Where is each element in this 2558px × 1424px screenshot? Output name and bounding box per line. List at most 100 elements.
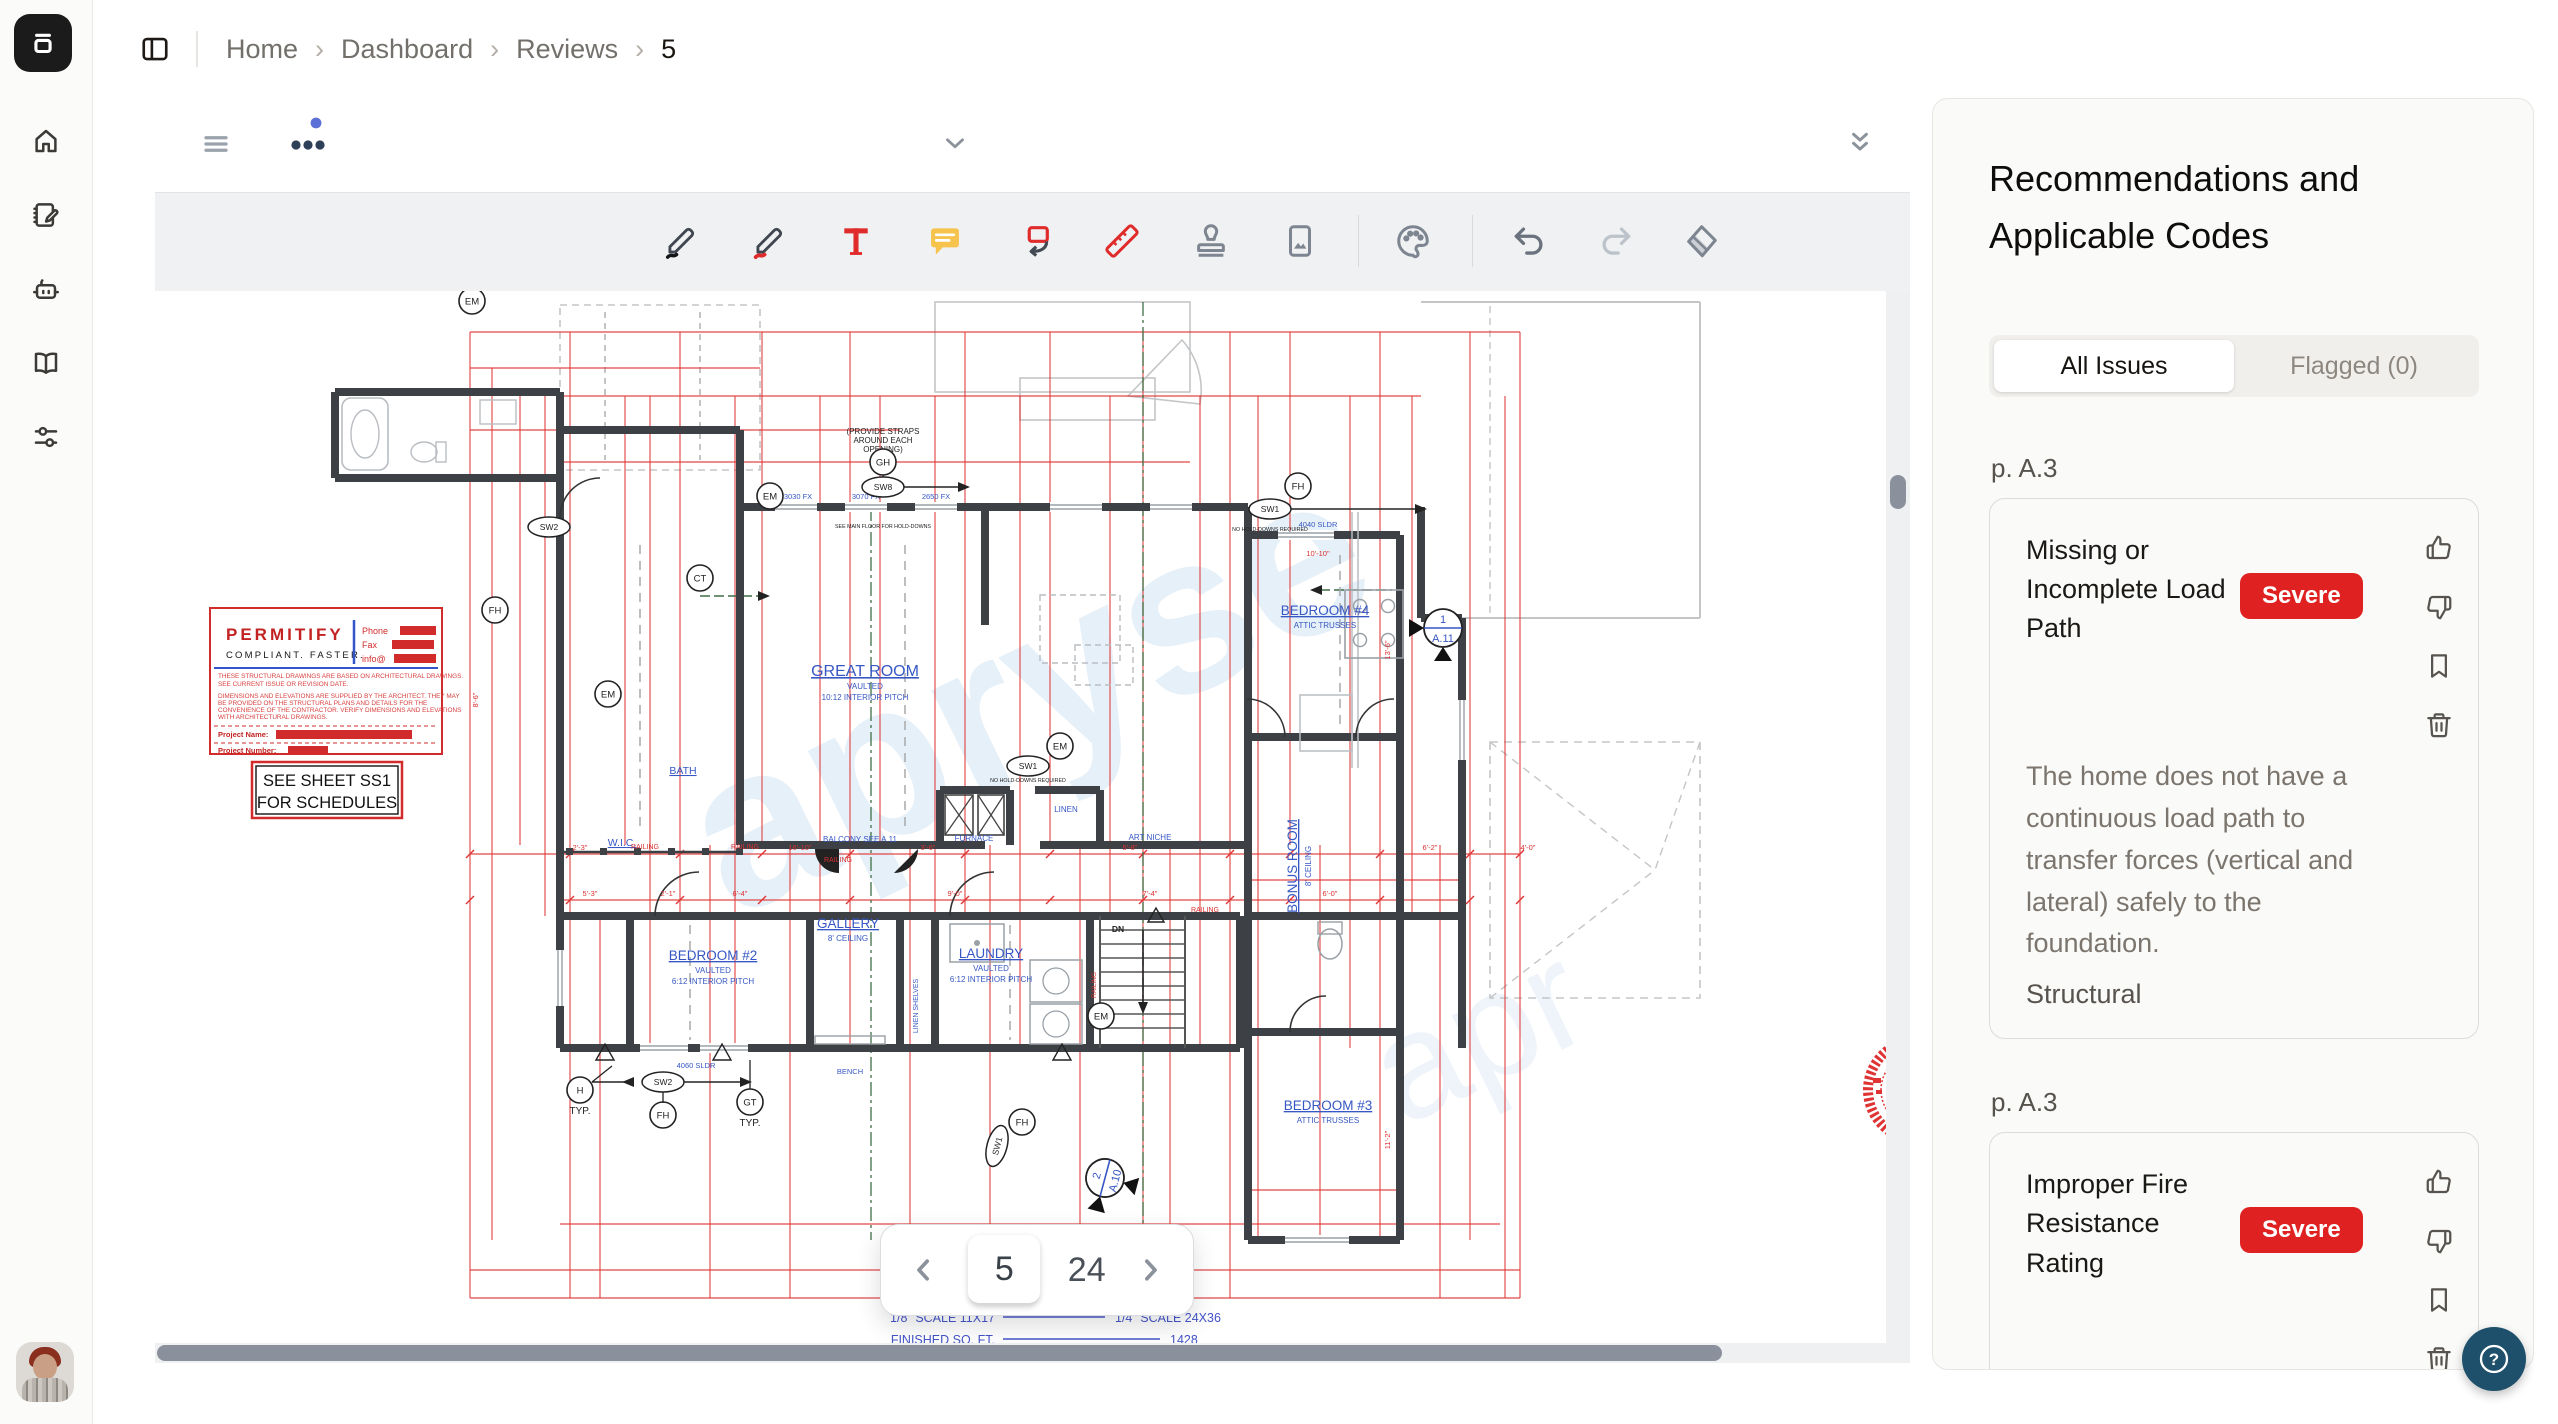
svg-text:ATTIC TRUSSES: ATTIC TRUSSES <box>1294 621 1356 630</box>
svg-text:apryse: apryse <box>645 418 1408 963</box>
svg-text:EM: EM <box>763 492 777 503</box>
highlight-pen-icon <box>750 222 788 260</box>
svg-text:GT: GT <box>743 1098 756 1109</box>
undo-icon <box>1510 222 1548 260</box>
viewer-menu-button[interactable] <box>196 125 236 163</box>
svg-text:GH: GH <box>876 458 890 469</box>
bookmark-icon[interactable] <box>2424 651 2454 681</box>
issue-page-label: p. A.3 <box>1991 1087 2479 1118</box>
bot-icon <box>31 274 61 304</box>
svg-text:2'-3": 2'-3" <box>573 843 588 852</box>
svg-text:OPENING): OPENING) <box>863 445 903 454</box>
document-page[interactable]: apryseaprDNRAILINGGREAT ROOMVAULTED10:12… <box>155 291 1886 1343</box>
text-icon <box>837 222 875 260</box>
svg-text:13'-6": 13'-6" <box>1383 640 1392 659</box>
shapes-tool-button[interactable] <box>1011 215 1057 267</box>
image-tool-button[interactable] <box>1277 215 1323 267</box>
app-window: Home › Dashboard › Reviews › 5 <box>0 0 2558 1424</box>
breadcrumb-dashboard[interactable]: Dashboard <box>341 34 473 65</box>
app-logo[interactable] <box>14 14 72 72</box>
horizontal-scrollbar[interactable] <box>155 1343 1910 1363</box>
help-button[interactable]: ? <box>2462 1327 2526 1391</box>
sidebar-item-home[interactable] <box>23 118 69 164</box>
tab-flagged[interactable]: Flagged (0) <box>2234 340 2474 392</box>
trash-icon[interactable] <box>2424 710 2454 740</box>
pen-tool-button[interactable] <box>658 215 704 267</box>
previous-page-button[interactable] <box>907 1253 941 1287</box>
svg-text:(PROVIDE STRAPS: (PROVIDE STRAPS <box>847 427 920 436</box>
svg-text:SW2: SW2 <box>540 522 559 532</box>
svg-text:WITH ARCHITECTURAL DRAWINGS.: WITH ARCHITECTURAL DRAWINGS. <box>218 714 328 721</box>
issue-card[interactable]: Missing or Incomplete Load Path Severe <box>1989 498 2479 1039</box>
trash-icon[interactable] <box>2424 1344 2454 1370</box>
bookmark-icon[interactable] <box>2424 1285 2454 1315</box>
svg-text:8' CEILING: 8' CEILING <box>1304 846 1313 886</box>
svg-text:GREAT ROOM: GREAT ROOM <box>811 663 919 680</box>
svg-text:GALLERY: GALLERY <box>817 916 879 931</box>
breadcrumb-home[interactable]: Home <box>226 34 298 65</box>
shapes-callout-icon <box>1015 222 1053 260</box>
document-select-dropdown[interactable] <box>938 128 974 160</box>
issue-page-label: p. A.3 <box>1991 453 2479 484</box>
sidebar-item-settings[interactable] <box>23 414 69 460</box>
book-open-icon <box>31 348 61 378</box>
undo-button[interactable] <box>1506 215 1552 267</box>
vertical-scrollbar[interactable] <box>1886 291 1910 1343</box>
svg-text:BONUS ROOM: BONUS ROOM <box>1285 819 1300 913</box>
severity-badge: Severe <box>2240 573 2363 619</box>
loading-dots-indicator[interactable] <box>283 112 329 158</box>
svg-text:EM: EM <box>601 690 615 701</box>
note-tool-button[interactable] <box>922 215 968 267</box>
svg-text:BEDROOM #3: BEDROOM #3 <box>1284 1098 1373 1113</box>
user-avatar[interactable] <box>16 1342 74 1402</box>
svg-text:4040 SLDR: 4040 SLDR <box>1299 520 1338 529</box>
svg-text:apr: apr <box>1343 910 1612 1156</box>
breadcrumb-reviews[interactable]: Reviews <box>516 34 618 65</box>
svg-text:6'-0": 6'-0" <box>1323 889 1338 898</box>
svg-text:BATH: BATH <box>669 765 696 777</box>
issue-card[interactable]: Improper Fire Resistance Rating Severe <box>1989 1132 2479 1370</box>
measure-tool-button[interactable] <box>1099 215 1145 267</box>
horizontal-scrollbar-thumb[interactable] <box>157 1345 1722 1361</box>
svg-text:BENCH: BENCH <box>837 1067 863 1076</box>
freehand-highlight-tool-button[interactable] <box>746 215 792 267</box>
svg-text:RAILING: RAILING <box>1191 907 1219 914</box>
redo-button[interactable] <box>1593 215 1639 267</box>
style-tool-button[interactable] <box>1390 215 1436 267</box>
chevron-right-icon <box>1135 1255 1165 1285</box>
eraser-tool-button[interactable] <box>1678 215 1724 267</box>
current-page-input[interactable]: 5 <box>968 1235 1040 1305</box>
svg-text:Fax: Fax <box>362 640 378 650</box>
sidebar-item-assistant[interactable] <box>23 266 69 312</box>
issue-actions <box>2424 533 2454 740</box>
svg-text:BEDROOM #4: BEDROOM #4 <box>1281 603 1370 618</box>
panel-title: Recommendations and Applicable Codes <box>1989 151 2449 265</box>
breadcrumb-current-page: 5 <box>661 34 676 65</box>
collapse-panel-button[interactable] <box>1844 124 1880 162</box>
thumbs-down-icon[interactable] <box>2424 1226 2454 1256</box>
svg-text:FH: FH <box>489 606 502 617</box>
thumbs-down-icon[interactable] <box>2424 592 2454 622</box>
sidebar-item-library[interactable] <box>23 340 69 386</box>
sidebar-toggle-button[interactable] <box>136 30 174 68</box>
svg-text:6'-2": 6'-2" <box>1423 843 1438 852</box>
svg-text:CONVENIENCE OF THE CONTRACTOR.: CONVENIENCE OF THE CONTRACTOR. VERIFY DI… <box>218 707 461 714</box>
vertical-scrollbar-thumb[interactable] <box>1890 475 1906 509</box>
thumbs-up-icon[interactable] <box>2424 533 2454 563</box>
svg-text:Project Name:: Project Name: <box>218 730 268 739</box>
next-page-button[interactable] <box>1133 1253 1167 1287</box>
sidebar-nav <box>0 118 92 460</box>
svg-text:?: ? <box>2489 1350 2499 1369</box>
svg-text:TYP.: TYP. <box>740 1118 761 1129</box>
tab-all-issues[interactable]: All Issues <box>1994 340 2234 392</box>
header-divider <box>196 31 198 67</box>
text-tool-button[interactable] <box>833 215 879 267</box>
issue-description: The home does not have a continuous load… <box>2026 756 2376 965</box>
chevron-down-icon <box>938 128 972 158</box>
svg-text:ATTIC TRUSSES: ATTIC TRUSSES <box>1297 1116 1359 1125</box>
stamp-tool-button[interactable] <box>1188 215 1234 267</box>
svg-text:A.10: A.10 <box>1107 1168 1124 1193</box>
svg-text:LINEN: LINEN <box>1054 805 1078 814</box>
thumbs-up-icon[interactable] <box>2424 1167 2454 1197</box>
sidebar-item-reviews[interactable] <box>23 192 69 238</box>
